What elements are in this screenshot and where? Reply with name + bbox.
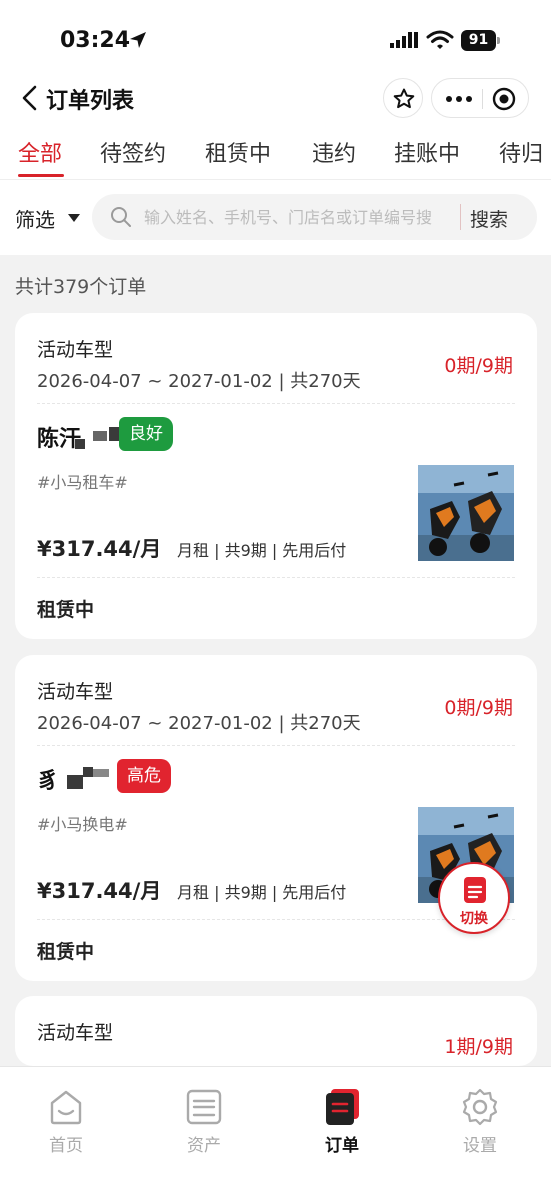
wifi-icon: [426, 30, 454, 49]
order-status: 租赁中: [37, 599, 95, 621]
search-button[interactable]: 搜索: [470, 205, 508, 232]
credit-badge: 高危: [117, 759, 171, 793]
back-arrow-icon[interactable]: [18, 84, 42, 112]
vehicle-type: 活动车型: [37, 1022, 114, 1044]
installment-progress: 1期/9期: [444, 1036, 513, 1058]
orders-icon: [326, 1089, 359, 1125]
privacy-mask: [83, 767, 93, 777]
miniprogram-capsule: [431, 78, 529, 118]
rental-period: 2026-04-07 ~ 2027-01-02 | 共270天: [37, 371, 361, 392]
switch-icon: [464, 877, 486, 903]
tabbar-label: 资产: [187, 1136, 221, 1156]
tabbar-label: 设置: [463, 1136, 497, 1156]
rent-info: 月租 | 共9期 | 先用后付: [177, 883, 347, 902]
rent-info: 月租 | 共9期 | 先用后付: [177, 541, 347, 560]
battery-icon: 91: [461, 30, 501, 52]
order-card[interactable]: 活动车型 2026-04-07 ~ 2027-01-02 | 共270天 0期/…: [15, 655, 537, 981]
tabbar-label: 订单: [325, 1136, 359, 1156]
tab-renting[interactable]: 租赁中: [205, 136, 271, 168]
customer-name: 豸: [37, 769, 60, 794]
product-tag: #小马换电#: [37, 815, 128, 834]
favorite-button[interactable]: [383, 78, 423, 118]
tabbar-label: 首页: [49, 1136, 83, 1156]
more-icon[interactable]: [444, 89, 474, 109]
star-icon: [393, 88, 415, 109]
cellular-signal-icon: [390, 32, 418, 48]
installment-progress: 0期/9期: [444, 355, 513, 377]
search-icon: [111, 207, 131, 227]
monthly-price: ¥317.44/月: [37, 537, 162, 561]
credit-badge: 良好: [119, 417, 173, 451]
tab-all[interactable]: 全部: [18, 136, 62, 168]
privacy-mask: [93, 431, 107, 441]
home-icon: [50, 1090, 82, 1125]
status-time: 03:24: [60, 28, 131, 53]
tabbar-home[interactable]: 首页: [26, 1083, 106, 1163]
tab-pending-sign[interactable]: 待签约: [100, 136, 166, 168]
status-bar: 03:24 91: [0, 22, 551, 62]
switch-label: 切换: [460, 911, 488, 927]
privacy-mask: [75, 439, 85, 449]
order-card[interactable]: 活动车型 2026-04-07 ~ 2027-01-02 | 共270天 0期/…: [15, 313, 537, 639]
order-status: 租赁中: [37, 941, 95, 963]
search-box: 搜索: [92, 194, 537, 240]
product-tag: #小马租车#: [37, 473, 128, 492]
privacy-mask: [109, 427, 119, 441]
tab-on-account[interactable]: 挂账中: [394, 136, 460, 168]
settings-icon: [462, 1088, 498, 1126]
privacy-mask: [67, 775, 83, 789]
active-tab-indicator: [18, 174, 64, 177]
switch-button[interactable]: 切换: [438, 862, 510, 934]
monthly-price: ¥317.44/月: [37, 879, 162, 903]
bottom-tab-bar: 首页 资产 订单 设置: [0, 1066, 551, 1200]
vehicle-type: 活动车型: [37, 681, 114, 703]
status-tabs: 全部 待签约 租赁中 违约 挂账中 待归: [0, 128, 551, 180]
installment-progress: 0期/9期: [444, 697, 513, 719]
vehicle-type: 活动车型: [37, 339, 114, 361]
order-card[interactable]: 活动车型 1期/9期: [15, 996, 537, 1066]
location-arrow-icon: [130, 32, 146, 48]
tabbar-orders[interactable]: 订单: [302, 1083, 382, 1163]
search-input[interactable]: [144, 194, 458, 240]
caret-down-icon[interactable]: [68, 214, 80, 222]
nav-bar: 订单列表: [0, 72, 551, 124]
battery-level: 91: [461, 30, 496, 51]
tab-pending-return[interactable]: 待归: [499, 136, 543, 168]
assets-icon: [186, 1089, 222, 1125]
rental-period: 2026-04-07 ~ 2027-01-02 | 共270天: [37, 713, 361, 734]
order-count: 共计379个订单: [15, 276, 147, 298]
privacy-mask: [93, 769, 109, 777]
filter-search-row: 筛选 搜索: [0, 190, 551, 246]
filter-dropdown[interactable]: 筛选: [15, 204, 55, 233]
scooter-image: [418, 465, 514, 561]
close-miniprogram-icon[interactable]: [492, 87, 516, 111]
tabbar-settings[interactable]: 设置: [440, 1083, 520, 1163]
page-title: 订单列表: [46, 89, 135, 114]
tabbar-assets[interactable]: 资产: [164, 1083, 244, 1163]
tab-breach[interactable]: 违约: [312, 136, 356, 168]
